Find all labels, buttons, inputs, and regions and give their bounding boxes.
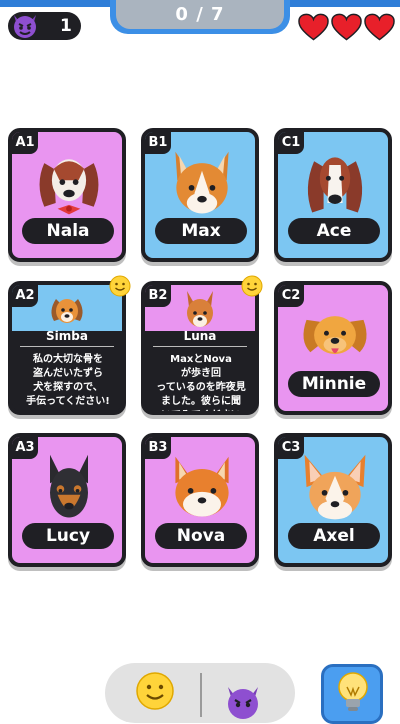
shiba-dog-icon	[175, 456, 229, 517]
dog-name: Axel	[288, 523, 380, 549]
dog-card-b3[interactable]: B3 Nova	[141, 433, 259, 567]
lives	[298, 13, 398, 43]
hint-card-b2[interactable]: B2 Luna MaxとNova が歩き回 っているのを昨夜見 ました。彼らに聞…	[141, 281, 259, 415]
card-tag: C1	[278, 132, 304, 154]
corgi-dog-icon	[175, 151, 229, 214]
card-tag: A1	[12, 132, 38, 154]
smiley-icon[interactable]	[135, 671, 175, 711]
dog-card-c1[interactable]: C1 Ace	[274, 128, 392, 262]
dog-card-c3[interactable]: C3 Axel	[274, 433, 392, 567]
smiley-icon	[109, 275, 131, 297]
dog-name: Ace	[288, 218, 380, 244]
heart-icon	[298, 13, 329, 41]
divider	[153, 346, 247, 347]
dog-name: Lucy	[22, 523, 114, 549]
basset-dog-icon	[39, 159, 99, 215]
heart-icon	[331, 13, 362, 41]
dog-name: Nova	[155, 523, 247, 549]
hint-button[interactable]	[321, 664, 383, 724]
dog-card-a3[interactable]: A3 Lucy	[8, 433, 126, 567]
devil-icon	[14, 15, 36, 38]
card-tag: B3	[145, 437, 171, 459]
divider	[200, 673, 202, 717]
speaker-name: Luna	[183, 329, 217, 343]
card-tag: B2	[145, 285, 171, 307]
speaker-name: Simba	[46, 329, 88, 343]
welsh-corgi-dog-icon	[304, 454, 366, 520]
dog-card-c2[interactable]: C2 Minnie	[274, 281, 392, 415]
dog-card-b1[interactable]: B1 Max	[141, 128, 259, 262]
card-tag: C3	[278, 437, 304, 459]
dog-card-a1[interactable]: A1 Nala	[8, 128, 126, 262]
dog-name: Max	[155, 218, 247, 244]
smiley-icon	[241, 275, 263, 297]
devil-counter: 1	[8, 12, 81, 40]
dog-name: Minnie	[288, 371, 380, 397]
doberman-dog-icon	[50, 454, 88, 518]
dog-name: Nala	[22, 218, 114, 244]
hound-dog-icon	[307, 157, 363, 213]
card-tag: A2	[12, 285, 38, 307]
progress-indicator: 0 / 7	[110, 0, 290, 34]
card-tag: A3	[12, 437, 38, 459]
devil-count: 1	[60, 16, 72, 36]
hint-text: MaxとNova が歩き回 っているのを昨夜見 ました。彼らに聞 いてみてくださ…	[156, 354, 246, 411]
lightbulb-icon	[338, 672, 368, 711]
card-tag: B1	[145, 132, 171, 154]
card-tag: C2	[278, 285, 304, 307]
progress-text: 0 / 7	[116, 0, 284, 29]
devil-icon[interactable]	[223, 681, 263, 721]
golden-dog-icon	[303, 316, 367, 355]
hint-text: 私の大切な骨を 盗んだいたずら 犬を探すので、 手伝ってください!	[26, 354, 110, 407]
divider	[20, 346, 114, 347]
hint-card-a2[interactable]: A2 Simba 私の大切な骨を 盗んだいたずら 犬を探すので、 手伝ってくださ…	[8, 281, 126, 415]
heart-icon	[364, 13, 395, 41]
reaction-bar	[105, 663, 295, 723]
